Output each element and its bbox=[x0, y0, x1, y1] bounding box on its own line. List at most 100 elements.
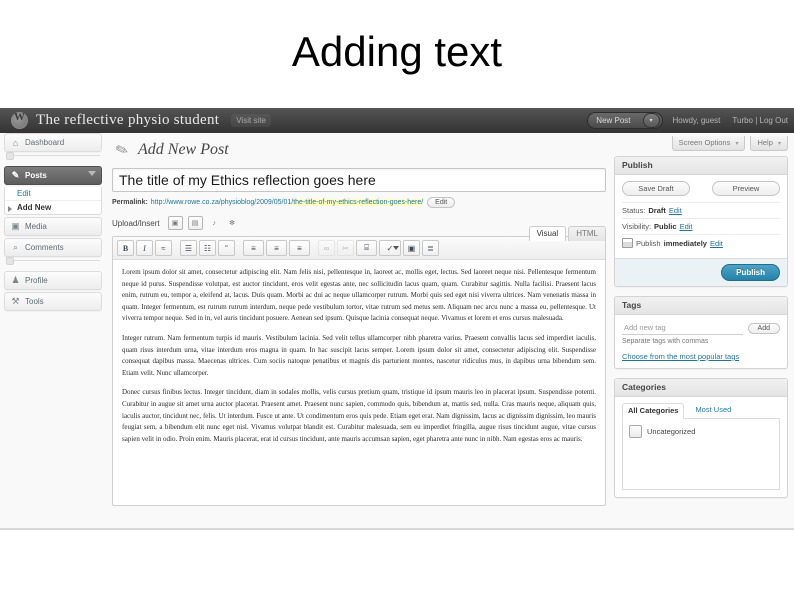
visibility-edit-link[interactable]: Edit bbox=[680, 222, 693, 231]
menu-separator bbox=[6, 257, 100, 267]
insert-more-button[interactable]: ⌸ bbox=[356, 240, 377, 256]
tags-metabox-title: Tags bbox=[615, 297, 787, 315]
unordered-list-button[interactable]: ☰ bbox=[180, 240, 197, 256]
add-new-post-heading: Add New Post bbox=[138, 141, 229, 158]
insert-link-button[interactable]: ∞ bbox=[318, 240, 335, 256]
editor-content-area[interactable]: Lorem ipsum dolor sit amet, consectetur … bbox=[113, 260, 605, 505]
pin-icon: ✎ bbox=[113, 140, 131, 161]
new-tag-input[interactable]: Add new tag bbox=[622, 321, 743, 335]
insert-media-icon[interactable]: ✻ bbox=[226, 217, 239, 229]
publish-metabox: Publish Save Draft Preview Status: Draft… bbox=[614, 156, 788, 287]
strikethrough-button[interactable]: ≈ bbox=[155, 240, 172, 256]
permalink-slug[interactable]: the-title-of-my-ethics-reflection-goes-h… bbox=[293, 199, 422, 206]
chevron-down-icon[interactable]: ▾ bbox=[642, 113, 660, 128]
insert-audio-icon[interactable]: ♪ bbox=[208, 217, 221, 229]
add-tag-button[interactable]: Add bbox=[747, 322, 780, 334]
editor-paragraph: Donec cursus finibus lectus. Integer tin… bbox=[122, 388, 596, 443]
categories-metabox-body: All Categories Most Used Uncategorized bbox=[615, 397, 787, 497]
insert-image-icon[interactable]: ▣ bbox=[167, 216, 183, 230]
blockquote-button[interactable]: “ bbox=[218, 240, 235, 256]
kitchen-sink-button[interactable]: ≣ bbox=[422, 240, 439, 256]
submenu-item-add-new[interactable]: Add New bbox=[5, 201, 101, 214]
status-edit-link[interactable]: Edit bbox=[669, 206, 682, 215]
sidebar-item-label: Comments bbox=[25, 243, 64, 252]
align-right-button[interactable]: ≡ bbox=[289, 240, 310, 256]
italic-button[interactable]: I bbox=[136, 240, 153, 256]
ordered-list-button[interactable]: ☷ bbox=[199, 240, 216, 256]
category-label: Uncategorized bbox=[647, 427, 696, 436]
align-center-button[interactable]: ≡ bbox=[266, 240, 287, 256]
tab-html[interactable]: HTML bbox=[568, 226, 606, 241]
schedule-value: immediately bbox=[663, 238, 707, 248]
sidebar-item-label: Tools bbox=[25, 297, 44, 306]
bold-button[interactable]: B bbox=[117, 240, 134, 256]
new-post-button[interactable]: New Post ▾ bbox=[587, 112, 663, 129]
help-button[interactable]: Help ▾ bbox=[750, 136, 788, 151]
page-heading: ✎ Add New Post bbox=[112, 138, 606, 162]
admin-bar: The reflective physio student Visit site… bbox=[0, 108, 794, 133]
sidebar-item-media[interactable]: ▣ Media bbox=[4, 217, 102, 236]
user-icon: ♟ bbox=[11, 275, 20, 285]
tag-hint: Separate tags with commas bbox=[622, 338, 709, 345]
categories-metabox-title: Categories bbox=[615, 379, 787, 397]
sidebar-item-label: Media bbox=[25, 222, 47, 231]
tools-icon: ⚒ bbox=[11, 296, 20, 306]
category-list: Uncategorized bbox=[622, 419, 780, 490]
chevron-down-icon[interactable] bbox=[393, 246, 399, 250]
wordpress-admin-screenshot: The reflective physio student Visit site… bbox=[0, 108, 794, 530]
post-title-field[interactable]: The title of my Ethics reflection goes h… bbox=[112, 168, 606, 192]
comment-icon: ⌕ bbox=[12, 242, 19, 252]
sidebar-item-posts[interactable]: ✎ Posts bbox=[4, 166, 102, 185]
site-name: The reflective physio student bbox=[36, 112, 220, 128]
list-item[interactable]: Uncategorized bbox=[629, 425, 773, 438]
popular-tags-link[interactable]: Choose from the most popular tags bbox=[622, 352, 780, 361]
tags-metabox-body: Add new tag Add Separate tags with comma… bbox=[615, 315, 787, 368]
permalink-url[interactable]: http://www.rowe.co.za/physioblog/2009/05… bbox=[151, 199, 293, 206]
preview-button[interactable]: Preview bbox=[712, 181, 780, 196]
sidebar-item-label: Posts bbox=[25, 171, 47, 180]
post-editor-column: ✎ Add New Post The title of my Ethics re… bbox=[112, 138, 606, 506]
tab-most-used[interactable]: Most Used bbox=[693, 403, 733, 418]
sidebar-item-dashboard[interactable]: ⌂ Dashboard bbox=[4, 133, 102, 152]
upload-insert-label: Upload/Insert bbox=[112, 218, 160, 228]
screen-options-button[interactable]: Screen Options ▾ bbox=[671, 136, 746, 151]
fullscreen-button[interactable]: ▣ bbox=[403, 240, 420, 256]
pin-icon: ✎ bbox=[11, 170, 20, 180]
admin-bar-right: New Post ▾ Howdy, guest Turbo | Log Out bbox=[587, 108, 794, 133]
post-title-value: The title of my Ethics reflection goes h… bbox=[119, 172, 376, 188]
remove-link-button[interactable]: ✂ bbox=[337, 240, 354, 256]
turbo-logout-links[interactable]: Turbo | Log Out bbox=[732, 116, 788, 125]
spellcheck-button[interactable]: ✓ bbox=[379, 240, 401, 256]
tab-all-categories[interactable]: All Categories bbox=[622, 403, 685, 419]
help-label: Help bbox=[757, 138, 773, 147]
admin-sidebar-menu: ⌂ Dashboard ✎ Posts Edit Add New ▣ Media… bbox=[0, 133, 106, 313]
new-post-label: New Post bbox=[596, 116, 631, 125]
sidebar-item-profile[interactable]: ♟ Profile bbox=[4, 271, 102, 290]
publish-metabox-title: Publish bbox=[615, 157, 787, 175]
sidebar-item-comments[interactable]: ⌕ Comments bbox=[4, 238, 102, 257]
camera-icon: ▣ bbox=[11, 221, 20, 231]
publish-action-bar: Publish bbox=[615, 258, 787, 286]
schedule-edit-link[interactable]: Edit bbox=[710, 239, 723, 248]
publish-button[interactable]: Publish bbox=[721, 264, 780, 281]
edit-slug-button[interactable]: Edit bbox=[427, 197, 456, 208]
submenu-item-edit[interactable]: Edit bbox=[5, 187, 101, 201]
insert-video-icon[interactable]: ▤ bbox=[187, 216, 203, 230]
category-checkbox[interactable] bbox=[629, 425, 642, 438]
align-left-button[interactable]: ≡ bbox=[243, 240, 264, 256]
wordpress-logo-icon bbox=[11, 111, 28, 129]
visit-site-link[interactable]: Visit site bbox=[231, 114, 271, 127]
screen-meta-links: Screen Options ▾ Help ▾ bbox=[671, 136, 788, 151]
editor-paragraph: Lorem ipsum dolor sit amet, consectetur … bbox=[122, 268, 596, 323]
sidebar-item-label: Profile bbox=[25, 276, 48, 285]
howdy-greeting: Howdy, guest bbox=[672, 116, 721, 125]
screen-options-label: Screen Options bbox=[678, 138, 731, 147]
post-content-editor: B I ≈ ☰ ☷ “ ≡ ≡ ≡ ∞ ✂ ⌸ ✓ ▣ ≣ Lorem ipsu… bbox=[112, 236, 606, 506]
categories-metabox: Categories All Categories Most Used Unca… bbox=[614, 378, 788, 498]
menu-separator bbox=[6, 152, 100, 162]
tab-visual[interactable]: Visual bbox=[528, 226, 567, 241]
editor-mode-tabs: Visual HTML bbox=[527, 226, 606, 241]
status-value: Draft bbox=[648, 206, 666, 215]
save-draft-button[interactable]: Save Draft bbox=[622, 181, 690, 196]
sidebar-item-tools[interactable]: ⚒ Tools bbox=[4, 292, 102, 311]
